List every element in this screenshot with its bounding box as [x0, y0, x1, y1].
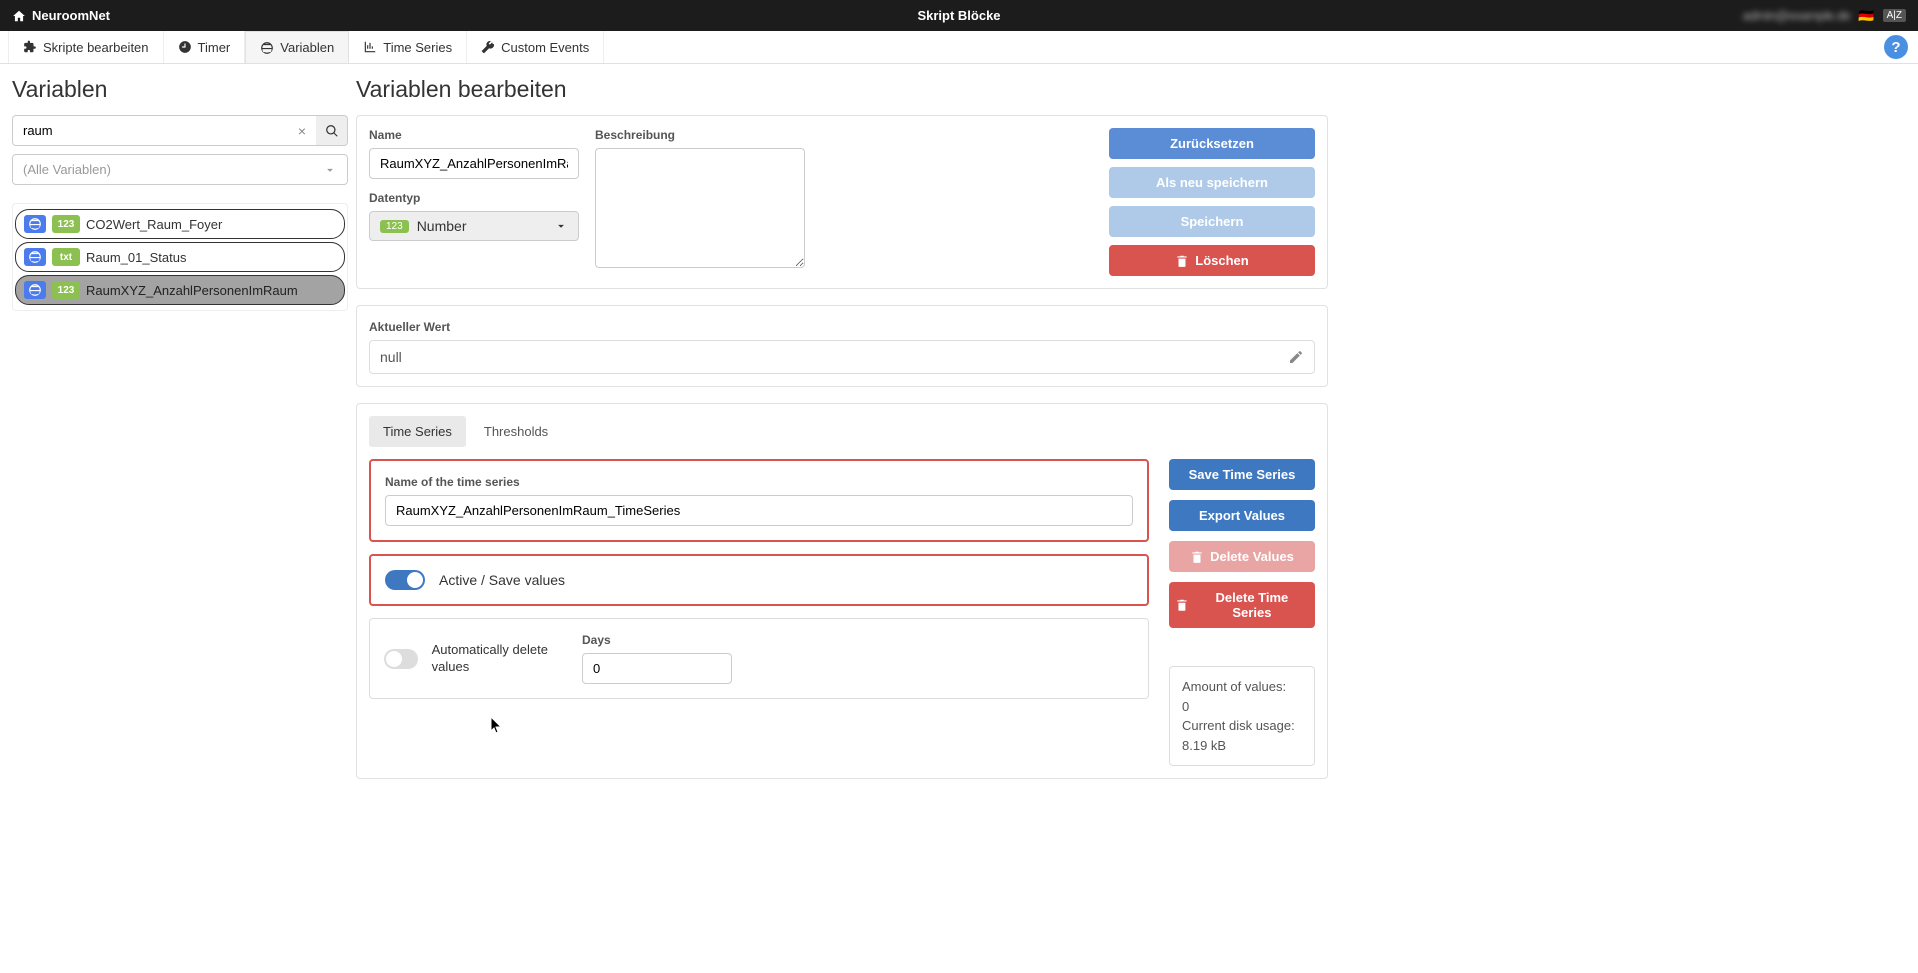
page-title: Skript Blöcke	[917, 8, 1000, 23]
left-heading: Variablen	[12, 76, 348, 103]
auto-delete-label: Automatically delete values	[432, 642, 564, 676]
type-badge: 123	[52, 281, 80, 299]
type-value: Number	[417, 218, 467, 234]
save-time-series-button[interactable]: Save Time Series	[1169, 459, 1315, 490]
clock-icon	[178, 40, 192, 54]
chart-icon	[363, 40, 377, 54]
globe-icon	[24, 215, 46, 233]
caret-down-icon	[554, 219, 568, 233]
globe-icon	[24, 281, 46, 299]
current-value: null	[380, 349, 1288, 365]
active-label: Active / Save values	[439, 572, 565, 588]
current-value-panel: Aktueller Wert null	[356, 305, 1328, 387]
edit-panel: Name Datentyp 123 Number Beschreibung	[356, 115, 1328, 289]
search-button[interactable]	[316, 115, 348, 146]
search-input[interactable]	[12, 115, 324, 146]
auto-delete-toggle[interactable]	[384, 649, 418, 669]
variable-list: 123 CO2Wert_Raum_Foyer txt Raum_01_Statu…	[12, 203, 348, 311]
tab-label: Custom Events	[501, 40, 589, 55]
tab-variablen[interactable]: Variablen	[245, 31, 349, 63]
btn-label: Delete Time Series	[1195, 590, 1309, 620]
reset-button[interactable]: Zurücksetzen	[1109, 128, 1315, 159]
variable-name: Raum_01_Status	[86, 250, 186, 265]
save-as-new-button[interactable]: Als neu speichern	[1109, 167, 1315, 198]
export-values-button[interactable]: Export Values	[1169, 500, 1315, 531]
clear-search-icon[interactable]: ×	[298, 123, 306, 139]
name-label: Name	[369, 128, 579, 142]
brand[interactable]: NeuroomNet	[12, 8, 110, 23]
info-amount-label: Amount of values:	[1182, 677, 1302, 697]
tab-timer[interactable]: Timer	[164, 31, 246, 63]
tab-label: Variablen	[280, 40, 334, 55]
lang-badge[interactable]: A|Z	[1883, 9, 1906, 22]
save-button[interactable]: Speichern	[1109, 206, 1315, 237]
brand-label: NeuroomNet	[32, 8, 110, 23]
variable-item[interactable]: 123 CO2Wert_Raum_Foyer	[15, 209, 345, 239]
name-input[interactable]	[369, 148, 579, 179]
subtabs: Time Series Thresholds	[369, 416, 1315, 447]
delete-time-series-button[interactable]: Delete Time Series	[1169, 582, 1315, 628]
caret-down-icon	[323, 163, 337, 177]
topbar: NeuroomNet Skript Blöcke admin@example.d…	[0, 0, 1918, 31]
tab-label: Skripte bearbeiten	[43, 40, 149, 55]
active-toggle[interactable]	[385, 570, 425, 590]
tab-time-series[interactable]: Time Series	[349, 31, 467, 63]
tab-skripte-bearbeiten[interactable]: Skripte bearbeiten	[8, 31, 164, 63]
filter-placeholder: (Alle Variablen)	[23, 162, 111, 177]
type-badge: txt	[52, 248, 80, 266]
desc-input[interactable]	[595, 148, 805, 268]
variable-item[interactable]: 123 RaumXYZ_AnzahlPersonenImRaum	[15, 275, 345, 305]
search-icon	[325, 124, 339, 138]
info-disk-value: 8.19 kB	[1182, 736, 1302, 756]
desc-label: Beschreibung	[595, 128, 805, 142]
ts-name-box: Name of the time series	[369, 459, 1149, 542]
filter-dropdown[interactable]: (Alle Variablen)	[12, 154, 348, 185]
globe-icon	[24, 248, 46, 266]
home-icon	[12, 9, 26, 23]
tab-label: Timer	[198, 40, 231, 55]
tab-label: Time Series	[383, 40, 452, 55]
trash-icon	[1175, 254, 1189, 268]
days-label: Days	[582, 633, 732, 647]
type-label: Datentyp	[369, 191, 579, 205]
type-dropdown[interactable]: 123 Number	[369, 211, 579, 241]
subtab-time-series[interactable]: Time Series	[369, 416, 466, 447]
type-tag: 123	[380, 220, 409, 233]
ts-active-box: Active / Save values	[369, 554, 1149, 606]
ts-info-box: Amount of values: 0 Current disk usage: …	[1169, 666, 1315, 766]
edit-heading: Variablen bearbeiten	[356, 76, 1328, 103]
type-badge: 123	[52, 215, 80, 233]
navtabs: Skripte bearbeiten Timer Variablen Time …	[0, 31, 1918, 64]
variable-name: RaumXYZ_AnzahlPersonenImRaum	[86, 283, 298, 298]
tab-custom-events[interactable]: Custom Events	[467, 31, 604, 63]
ts-name-label: Name of the time series	[385, 475, 1133, 489]
variable-name: CO2Wert_Raum_Foyer	[86, 217, 222, 232]
current-value-label: Aktueller Wert	[369, 320, 450, 334]
btn-label: Delete Values	[1210, 549, 1294, 564]
wrench-icon	[481, 40, 495, 54]
user-label[interactable]: admin@example.de	[1743, 8, 1851, 23]
time-series-panel: Time Series Thresholds Name of the time …	[356, 403, 1328, 779]
edit-icon[interactable]	[1288, 349, 1304, 365]
globe-icon	[260, 41, 274, 55]
help-button[interactable]: ?	[1884, 35, 1908, 59]
trash-icon	[1190, 550, 1204, 564]
flag-icon[interactable]: 🇩🇪	[1858, 8, 1874, 24]
delete-button[interactable]: Löschen	[1109, 245, 1315, 276]
info-amount-value: 0	[1182, 697, 1302, 717]
delete-values-button[interactable]: Delete Values	[1169, 541, 1315, 572]
subtab-thresholds[interactable]: Thresholds	[470, 416, 562, 447]
btn-label: Löschen	[1195, 253, 1248, 268]
ts-name-input[interactable]	[385, 495, 1133, 526]
variable-item[interactable]: txt Raum_01_Status	[15, 242, 345, 272]
days-input[interactable]	[582, 653, 732, 684]
ts-autodel-box: Automatically delete values Days	[369, 618, 1149, 699]
puzzle-icon	[23, 40, 37, 54]
info-disk-label: Current disk usage:	[1182, 716, 1302, 736]
trash-icon	[1175, 598, 1189, 612]
